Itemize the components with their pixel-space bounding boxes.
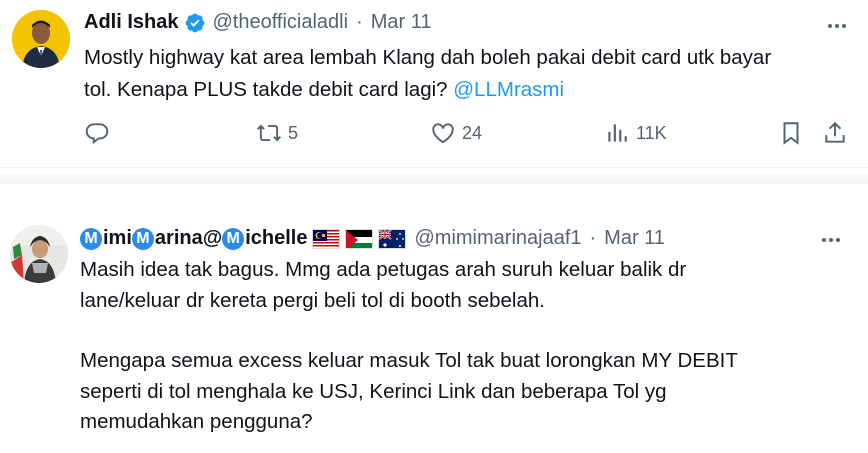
reply-button[interactable] — [84, 120, 110, 146]
tweet-text-line: memudahkan pengguna? — [80, 410, 313, 433]
tweet-date[interactable]: Mar 11 — [604, 227, 665, 250]
author-name[interactable]: Adli Ishak — [84, 11, 178, 34]
separator-dot: · — [589, 227, 597, 249]
views-icon — [608, 124, 627, 142]
view-count: 11K — [636, 122, 667, 143]
tweet-text-line2-text: tol. Kenapa PLUS takde debit card lagi? — [84, 78, 448, 101]
action-bar: 5 24 11K — [0, 116, 868, 152]
reply-icon — [85, 123, 109, 145]
author-handle[interactable]: @mimimarinajaaf1 — [414, 227, 581, 250]
tweet-text-line2: tol. Kenapa PLUS takde debit card lagi? … — [84, 74, 771, 106]
divider — [0, 167, 868, 168]
retweet-button[interactable]: 5 — [256, 120, 298, 146]
share-icon — [825, 121, 845, 143]
name-part: arina@ — [154, 227, 223, 249]
tweet-header: Mimi Marina@ Michelle @mimimarinajaaf1 ·… — [80, 227, 665, 250]
share-button[interactable] — [822, 120, 848, 146]
m-circle-emoji: M — [80, 227, 102, 250]
avatar[interactable] — [10, 225, 68, 283]
like-button[interactable]: 24 — [430, 120, 482, 146]
author-name[interactable]: Mimi Marina@ Michelle — [80, 227, 307, 250]
divider — [0, 183, 868, 184]
avatar[interactable] — [12, 10, 70, 68]
name-part: imi — [103, 227, 132, 249]
more-options-icon[interactable] — [817, 226, 845, 254]
tweet-text: Mostly highway kat area lembah Klang dah… — [84, 42, 771, 106]
bookmark-button[interactable] — [778, 120, 804, 146]
bookmark-icon — [783, 122, 799, 145]
retweet-icon — [256, 124, 282, 142]
section-gap — [0, 175, 868, 183]
malaysia-flag-icon — [312, 228, 341, 249]
verified-badge-icon — [184, 12, 206, 34]
tweet-text-line1: Mostly highway kat area lembah Klang dah… — [84, 46, 772, 69]
like-count: 24 — [462, 122, 483, 143]
tweet-adli[interactable]: Adli Ishak @theofficialadli · Mar 11 Mos… — [0, 0, 868, 167]
separator-dot: · — [356, 11, 363, 33]
author-handle[interactable]: @theofficialadli — [212, 11, 348, 34]
m-circle-emoji: M — [222, 227, 245, 250]
name-part: ichelle — [245, 227, 308, 249]
retweet-count: 5 — [288, 122, 299, 143]
tweet-header: Adli Ishak @theofficialadli · Mar 11 — [84, 11, 432, 34]
avatar-image — [12, 10, 70, 68]
tweet-text-line: lane/keluar dr kereta pergi beli tol di … — [80, 288, 545, 312]
heart-icon — [432, 123, 454, 144]
mention-link[interactable]: @LLMrasmi — [453, 78, 564, 101]
tweet-text: Masih idea tak bagus. Mmg ada petugas ar… — [80, 255, 738, 438]
tweet-text-line: seperti di tol menghala ke USJ, Kerinci … — [80, 379, 667, 403]
tweet-text-line: Masih idea tak bagus. Mmg ada petugas ar… — [80, 258, 687, 281]
australia-flag-icon — [378, 228, 407, 249]
m-circle-emoji: M — [131, 227, 154, 250]
more-options-icon[interactable] — [823, 12, 851, 40]
palestine-flag-icon — [345, 228, 374, 249]
tweet-date[interactable]: Mar 11 — [371, 11, 432, 34]
avatar-image — [10, 225, 68, 283]
views-button[interactable]: 11K — [604, 120, 667, 146]
tweet-text-line: Mengapa semua excess keluar masuk Tol ta… — [80, 349, 738, 372]
